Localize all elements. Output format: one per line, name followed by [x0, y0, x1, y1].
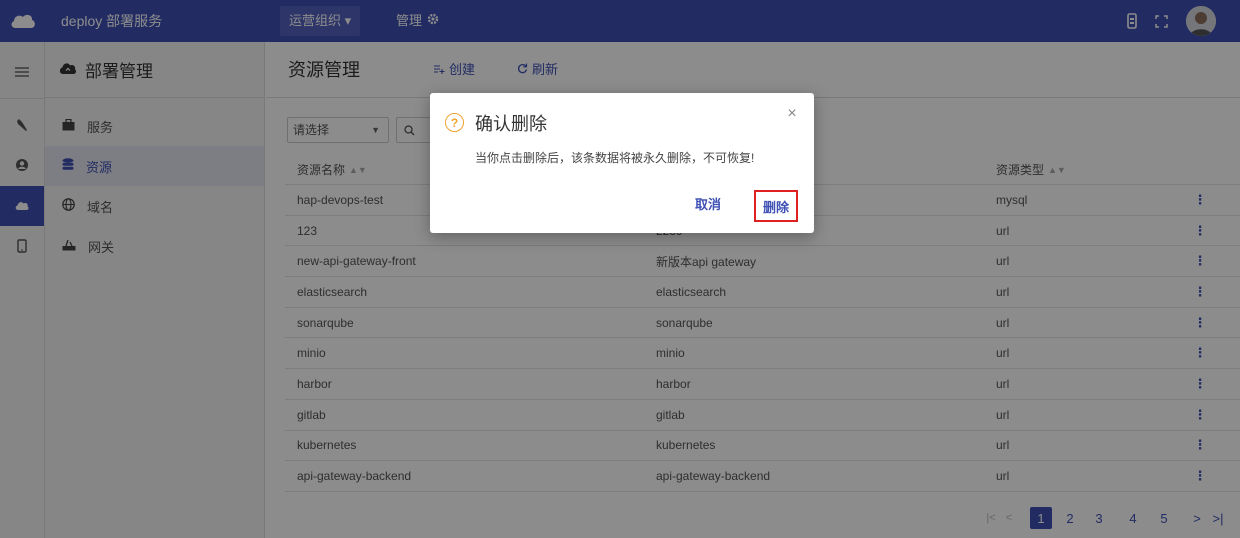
- dialog-message: 当你点击删除后，该条数据将被永久删除，不可恢复!: [475, 151, 755, 165]
- delete-button[interactable]: 删除: [754, 190, 798, 222]
- modal-overlay[interactable]: [0, 0, 1240, 538]
- question-icon: ?: [445, 113, 464, 132]
- close-icon[interactable]: ×: [784, 105, 800, 122]
- cancel-button[interactable]: 取消: [695, 193, 721, 217]
- confirm-delete-dialog: ? 确认删除 × 当你点击删除后，该条数据将被永久删除，不可恢复! 取消 删除: [430, 93, 814, 233]
- dialog-title: 确认删除: [475, 114, 547, 134]
